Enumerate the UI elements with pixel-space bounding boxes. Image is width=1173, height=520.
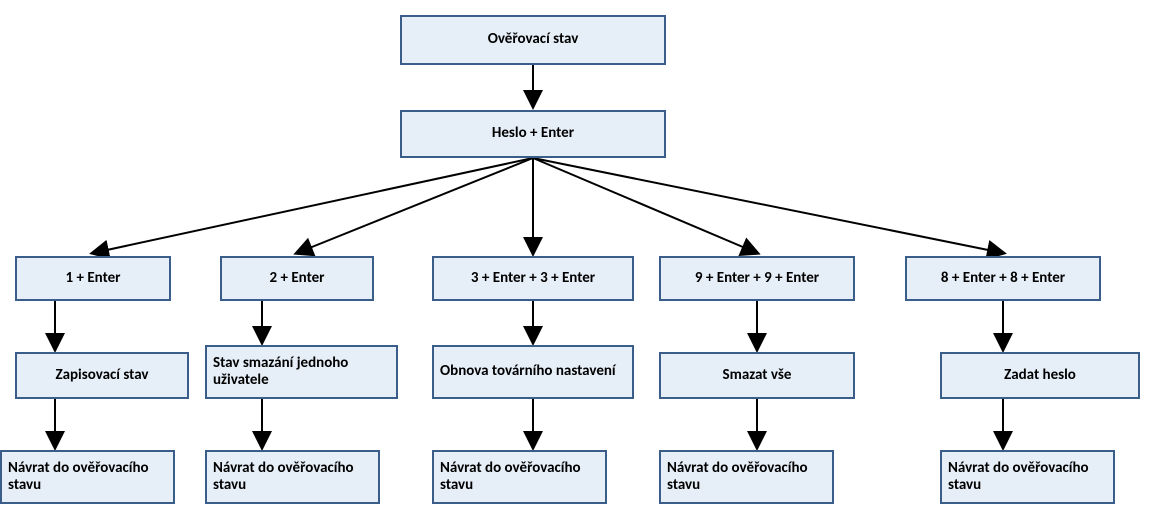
node-action-3: Obnova továrního nastavení (432, 345, 634, 399)
node-entry-1: 1 + Enter (15, 256, 171, 301)
node-root: Ověřovací stav (400, 15, 666, 65)
node-return-2: Návrat do ověřovacího stavu (205, 450, 380, 504)
node-return-4: Návrat do ověřovacího stavu (659, 450, 834, 504)
flowchart: Ověřovací stav Heslo + Enter 1 + Enter 2… (0, 0, 1173, 520)
node-return-1: Návrat do ověřovacího stavu (0, 450, 175, 504)
node-entry-4: 9 + Enter + 9 + Enter (659, 256, 855, 301)
node-action-2: Stav smazání jednoho uživatele (205, 345, 398, 399)
node-return-5: Návrat do ověřovacího stavu (940, 450, 1115, 504)
node-entry-2: 2 + Enter (220, 256, 374, 301)
node-entry-3: 3 + Enter + 3 + Enter (432, 256, 634, 301)
node-password: Heslo + Enter (400, 110, 666, 158)
node-action-4: Smazat vše (659, 352, 855, 399)
node-return-3: Návrat do ověřovacího stavu (432, 450, 607, 504)
node-action-1: Zapisovací stav (15, 352, 189, 399)
node-action-5: Zadat heslo (940, 352, 1140, 399)
node-entry-5: 8 + Enter + 8 + Enter (905, 256, 1101, 301)
